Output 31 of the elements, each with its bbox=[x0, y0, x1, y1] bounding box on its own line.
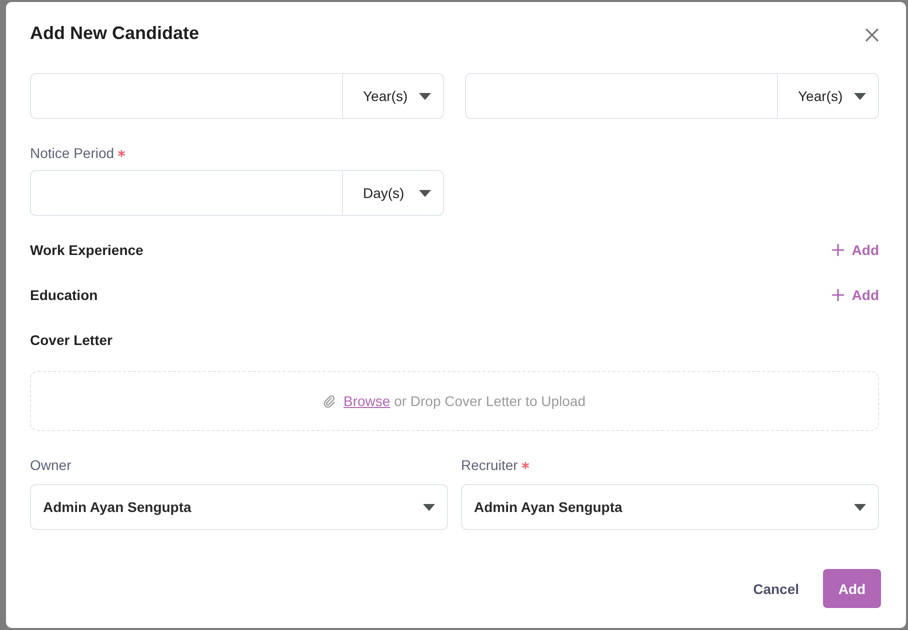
upload-hint: Browse or Drop Cover Letter to Upload bbox=[343, 393, 586, 409]
add-link[interactable]: Add bbox=[832, 287, 879, 303]
plus-icon bbox=[832, 289, 844, 301]
number-field[interactable]: Year(s) bbox=[465, 73, 879, 119]
upload-dropzone[interactable]: Browse or Drop Cover Letter to Upload bbox=[30, 371, 879, 431]
select-field[interactable]: Admin Ayan Sengupta bbox=[461, 484, 879, 530]
caret-icon bbox=[854, 504, 866, 510]
unit-dropdown[interactable]: Year(s) bbox=[342, 74, 443, 118]
number-field[interactable]: Year(s) bbox=[30, 73, 444, 119]
caret-icon bbox=[419, 190, 431, 196]
add-link[interactable]: Add bbox=[832, 242, 879, 258]
caret-icon bbox=[854, 92, 866, 100]
dialog-title: Add New Candidate bbox=[30, 23, 200, 44]
field-label: Notice Period bbox=[30, 144, 114, 163]
paperclip-icon bbox=[323, 394, 336, 408]
select-field[interactable]: Admin Ayan Sengupta bbox=[30, 484, 448, 530]
section-title: Education bbox=[30, 287, 98, 303]
browse-link[interactable]: Browse bbox=[343, 393, 390, 409]
section-title: Cover Letter bbox=[30, 332, 112, 348]
plus-icon bbox=[832, 244, 844, 256]
caret-icon bbox=[419, 92, 431, 100]
field-label: Recruiter bbox=[461, 456, 518, 475]
unit-dropdown[interactable]: Day(s) bbox=[342, 171, 443, 215]
field-label: Owner bbox=[30, 456, 72, 475]
close-icon[interactable] bbox=[865, 28, 879, 42]
add-button[interactable]: Add bbox=[823, 569, 881, 608]
section-title: Work Experience bbox=[30, 242, 144, 258]
unit-dropdown[interactable]: Year(s) bbox=[777, 74, 878, 118]
number-field[interactable]: Day(s) bbox=[30, 170, 444, 216]
cancel-button[interactable]: Cancel bbox=[753, 569, 799, 608]
caret-icon bbox=[423, 504, 435, 510]
